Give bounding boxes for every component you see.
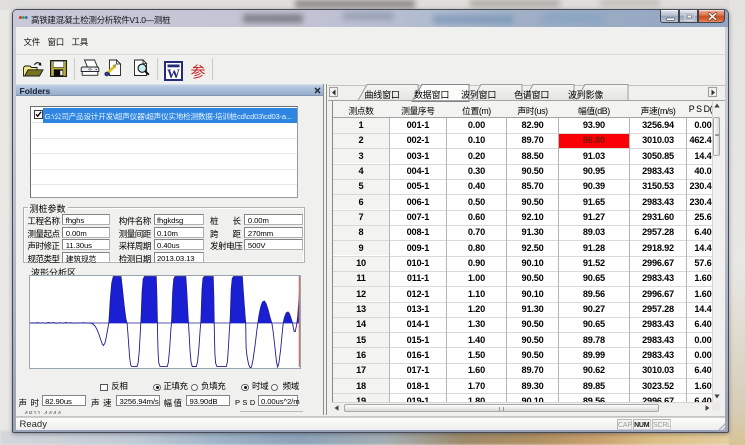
svg-text:W: W bbox=[167, 66, 180, 81]
